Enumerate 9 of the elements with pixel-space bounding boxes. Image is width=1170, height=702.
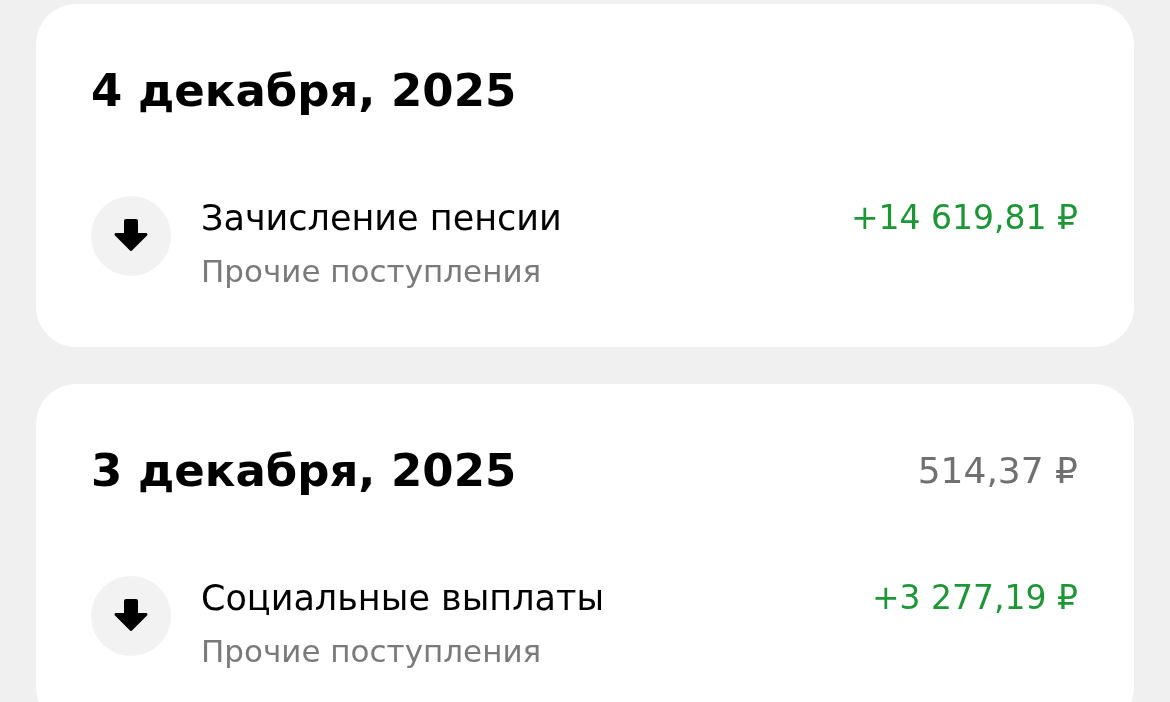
transaction-amount: +14 619,81 ₽ [850,197,1078,238]
transaction-category: Прочие поступления [201,253,543,289]
transaction-title: Социальные выплаты [201,578,606,618]
day-total: 514,37 ₽ [917,449,1078,493]
transaction-category: Прочие поступления [201,633,543,669]
transaction-title: Зачисление пенсии [201,198,563,238]
date-heading: 4 декабря, 2025 [91,63,517,119]
date-heading: 3 декабря, 2025 [91,443,517,499]
transaction-amount: +3 277,19 ₽ [871,577,1078,618]
